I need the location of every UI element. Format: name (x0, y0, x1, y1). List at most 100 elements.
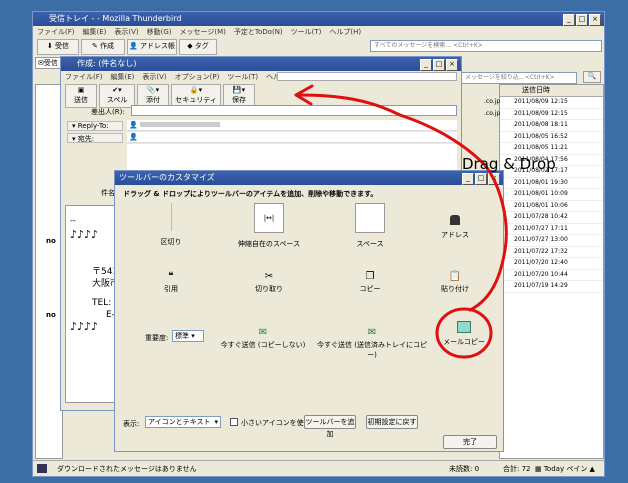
compose-menu-field (277, 72, 457, 81)
folder-fragment: no (46, 311, 56, 319)
send-button[interactable]: ▣ 送信 (65, 84, 97, 108)
send-now-copy-icon: ✉ (367, 327, 377, 338)
compose-maximize-button[interactable]: □ (433, 59, 445, 71)
dialog-close-button[interactable]: × (488, 173, 500, 185)
from-field[interactable] (131, 105, 457, 116)
drag-drop-label: Drag & Drop (462, 155, 556, 173)
main-menu-item[interactable]: ファイル(F) (37, 26, 75, 38)
main-menu-item[interactable]: メッセージ(M) (180, 26, 226, 38)
done-button[interactable]: 完了 (443, 435, 497, 449)
message-row[interactable]: 2011/07/27 13:00 (500, 235, 603, 247)
unread-count: 未読数: 0 (449, 465, 480, 473)
compose-close-button[interactable]: × (446, 59, 458, 71)
body-line: ♪♪♪♪ (70, 228, 99, 241)
palette-separator[interactable]: 区切り (121, 203, 221, 247)
main-menu-item[interactable]: 編集(E) (83, 26, 107, 38)
compose-menu-item[interactable]: 表示(V) (142, 71, 166, 83)
palette-mail-copy[interactable]: メールコピー (429, 321, 499, 347)
status-text: ダウンロードされたメッセージはありません (57, 465, 197, 473)
main-menu-item[interactable]: ヘルプ(H) (329, 26, 361, 38)
address-book-button[interactable]: 👤 アドレス帳 (127, 39, 177, 55)
compose-toolbar: ▣ 送信 ✔▾ スペル 📎▾ 添付 🔒▾ セキュリティ 💾▾ 保存 (65, 84, 455, 108)
add-toolbar-button[interactable]: ツールバーを追加 (304, 415, 356, 438)
main-title-app: - Mozilla Thunderbird (96, 14, 182, 23)
quote-icon: ❝ (168, 271, 174, 282)
to-field[interactable]: 👤 (127, 132, 457, 143)
message-row[interactable]: 2011/08/08 18:11 (500, 120, 603, 132)
main-menu-item[interactable]: ツール(T) (291, 26, 322, 38)
small-icons-label: 小さいアイコンを使用 (241, 419, 311, 427)
show-label: 表示: (123, 420, 140, 428)
palette-cut[interactable]: ✂ 切り取り (219, 271, 319, 294)
compose-titlebar: 作成: (件名なし) _ □ × (61, 57, 461, 71)
compose-menu-item[interactable]: ツール(T) (227, 71, 258, 83)
today-pane-toggle[interactable]: ▦ Today ペイン ▲ (535, 461, 595, 477)
message-row[interactable]: 2011/08/01 10:09 (500, 189, 603, 201)
priority-select[interactable]: 標準 ▾ (172, 330, 204, 342)
main-titlebar: 受信トレイ - - Mozilla Thunderbird _ □ × (33, 12, 604, 26)
search-icon[interactable]: 🔍 (583, 71, 601, 83)
dialog-minimize-button[interactable]: _ (462, 173, 474, 185)
message-row[interactable]: 2011/07/22 17:32 (500, 247, 603, 258)
message-row[interactable]: 2011/08/09 12:15 (500, 109, 603, 120)
compose-menu-item[interactable]: オプション(P) (175, 71, 220, 83)
paste-icon: 📋 (448, 271, 462, 282)
status-bar: ダウンロードされたメッセージはありません 未読数: 0 合計: 72 ▦ Tod… (33, 460, 604, 476)
customize-instruction: ドラッグ & ドロップによりツールバーのアイテムを追加、削除や移動できます。 (123, 190, 378, 198)
folder-fragment: no (46, 237, 56, 245)
total-count: 合計: 72 (503, 465, 531, 473)
status-icon (37, 464, 47, 473)
body-line: ♪♪♪♪ (70, 320, 99, 333)
main-menu-item[interactable]: 表示(V) (114, 26, 138, 38)
maximize-button[interactable]: □ (576, 14, 588, 26)
priority-label: 重要度: (145, 334, 169, 342)
reply-to-field[interactable]: 👤 (127, 120, 457, 131)
main-menu-item[interactable]: 予定とToDo(N) (234, 26, 283, 38)
close-button[interactable]: × (589, 14, 601, 26)
palette-send-now[interactable]: ✉ 今すぐ送信 (コピーしない) (213, 327, 313, 350)
to-label[interactable]: ▾ 宛先: (67, 133, 123, 143)
quick-filter-input[interactable]: メッセージを絞り込…<Ctrl+K> (461, 72, 577, 84)
small-icons-checkbox[interactable] (230, 418, 238, 426)
message-row[interactable]: 2011/08/01 10:06 (500, 201, 603, 212)
reply-to-label[interactable]: ▾ Reply-To: (67, 121, 123, 131)
spell-button[interactable]: ✔▾ スペル (99, 84, 135, 108)
compose-minimize-button[interactable]: _ (420, 59, 432, 71)
from-label: 差出人(R): (91, 108, 125, 116)
mail-copy-icon (457, 321, 471, 333)
main-menubar: ファイル(F) 編集(E) 表示(V) 移動(G) メッセージ(M) 予定とToDo(N)… (33, 26, 604, 38)
message-row[interactable]: 2011/07/28 10:42 (500, 212, 603, 224)
main-toolbar: ⬇ 受信 ✎ 作成 👤 アドレス帳 ◆ タグ (37, 39, 337, 55)
message-row[interactable]: 2011/08/05 11:21 (500, 143, 603, 155)
message-row[interactable]: 2011/07/19 14:29 (500, 281, 603, 293)
get-mail-button[interactable]: ⬇ 受信 (37, 39, 79, 55)
message-row[interactable]: 2011/07/27 17:11 (500, 224, 603, 235)
main-menu-item[interactable]: 移動(G) (147, 26, 172, 38)
palette-address[interactable]: アドレス (405, 215, 505, 240)
message-row[interactable]: 2011/07/20 10:44 (500, 270, 603, 281)
message-row[interactable]: 2011/08/05 16:52 (500, 132, 603, 143)
date-list: 2011/08/09 12:15 2011/08/09 12:15 2011/08/… (500, 97, 603, 293)
palette-paste[interactable]: 📋 貼り付け (405, 271, 505, 294)
compose-title: 作成: (件名なし) (77, 59, 137, 68)
palette-send-now-copy[interactable]: ✉ 今すぐ送信 (送信済みトレイにコピー) (313, 327, 431, 360)
message-list: 送信日時 2011/08/09 12:15 2011/08/09 12:15 201… (499, 84, 604, 459)
minimize-button[interactable]: _ (563, 14, 575, 26)
write-button[interactable]: ✎ 作成 (81, 39, 125, 55)
global-search-input[interactable]: すべてのメッセージを検索… <Ctrl+K> (370, 40, 602, 52)
compose-menu-item[interactable]: ファイル(F) (65, 71, 103, 83)
customize-title: ツールバーのカスタマイズ (119, 173, 215, 182)
message-row[interactable]: 2011/07/20 12:40 (500, 258, 603, 270)
show-select[interactable]: アイコンとテキスト ▾ (145, 416, 221, 428)
message-row[interactable]: 2011/08/09 12:15 (500, 97, 603, 109)
compose-menu-item[interactable]: 編集(E) (111, 71, 135, 83)
palette-quote[interactable]: ❝ 引用 (121, 271, 221, 294)
reset-button[interactable]: 初期設定に戻す (366, 415, 418, 429)
column-header-date[interactable]: 送信日時 (500, 85, 603, 97)
message-row[interactable]: 2011/08/01 19:30 (500, 178, 603, 189)
body-line: TEL: (92, 298, 112, 308)
tag-button[interactable]: ◆ タグ (179, 39, 217, 55)
dialog-maximize-button[interactable]: □ (475, 173, 487, 185)
cut-icon: ✂ (264, 271, 274, 282)
palette-flexible-space[interactable]: |↔| 伸縮自在のスペース (219, 203, 319, 249)
